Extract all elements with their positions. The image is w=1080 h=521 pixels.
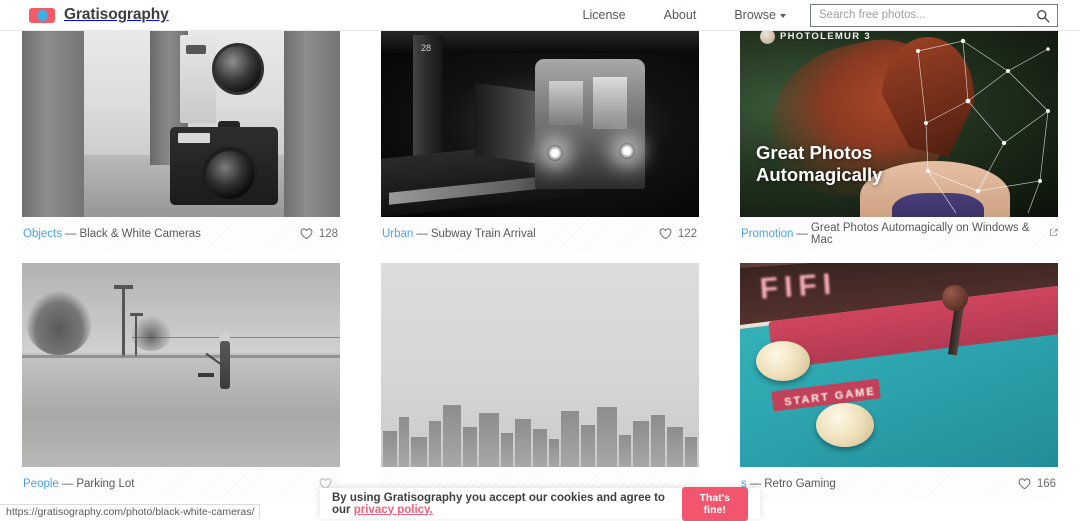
photo-art-promotion: PHOTOLEMUR 3	[740, 31, 1058, 217]
photolemur-logo-text: PHOTOLEMUR 3	[780, 31, 871, 42]
like-counter-retro-gaming[interactable]: 166	[1018, 478, 1058, 490]
category-link-people[interactable]: People	[23, 478, 59, 490]
external-link-icon	[1049, 228, 1058, 240]
photo-card-parking-lot[interactable]: People — Parking Lot	[22, 263, 340, 501]
ad-banner-photolemur[interactable]: PHOTOLEMUR 3	[740, 31, 1058, 217]
heart-icon	[659, 228, 672, 240]
search-input[interactable]	[811, 5, 1057, 26]
photo-caption-cameras: Objects — Black & White Cameras 128	[22, 217, 340, 251]
category-link-urban[interactable]: Urban	[382, 228, 413, 240]
photo-art-subway: 28	[381, 31, 699, 217]
photo-title-subway: Subway Train Arrival	[431, 228, 536, 240]
photo-caption-promotion: Promotion — Great Photos Automagically o…	[740, 217, 1058, 251]
photo-thumbnail-parking-lot[interactable]	[22, 263, 340, 467]
search-box[interactable]	[810, 4, 1058, 27]
photo-caption-subway: Urban — Subway Train Arrival 122	[381, 217, 699, 251]
photo-art-skyline	[381, 263, 699, 467]
like-count-value: 128	[319, 228, 338, 240]
photo-thumbnail-retro-gaming[interactable]: FIFI START GAME	[740, 263, 1058, 467]
cookie-consent-banner: By using Gratisography you accept our co…	[320, 488, 760, 519]
caption-separator: —	[62, 478, 74, 490]
gallery-row-2: People — Parking Lot	[0, 263, 1080, 501]
main-nav: License About Browse	[583, 4, 1058, 27]
heart-icon	[1018, 478, 1031, 490]
photolemur-logo: PHOTOLEMUR 3	[760, 31, 871, 44]
photo-title-cameras: Black & White Cameras	[80, 228, 201, 240]
caption-separator: —	[65, 228, 77, 240]
photo-card-retro-gaming[interactable]: FIFI START GAME s — Retro Gaming	[740, 263, 1058, 501]
photo-card-promotion[interactable]: PHOTOLEMUR 3	[740, 31, 1058, 251]
caption-separator: —	[796, 228, 808, 240]
heart-icon	[300, 228, 313, 240]
gallery-row-1: Objects — Black & White Cameras 128 28	[0, 31, 1080, 251]
photo-caption-parking-lot: People — Parking Lot	[22, 467, 340, 501]
photo-caption-retro-gaming: s — Retro Gaming 166	[740, 467, 1058, 501]
ad-headline-line2: Automagically	[756, 164, 882, 185]
camera-logo-icon	[29, 8, 55, 23]
category-link-promotion[interactable]: Promotion	[741, 228, 793, 240]
photo-title-parking-lot: Parking Lot	[76, 478, 134, 490]
photo-card-cameras[interactable]: Objects — Black & White Cameras 128	[22, 31, 340, 251]
photo-art-retro-gaming: FIFI START GAME	[740, 263, 1058, 467]
nav-about[interactable]: About	[664, 8, 697, 22]
privacy-policy-link[interactable]: privacy policy.	[354, 504, 433, 516]
photo-gallery: Objects — Black & White Cameras 128 28	[0, 31, 1080, 501]
chevron-down-icon	[780, 14, 786, 18]
photolemur-logo-icon	[760, 31, 775, 44]
site-header: Gratisography License About Browse	[0, 0, 1080, 31]
like-counter-subway[interactable]: 122	[659, 228, 699, 240]
photo-card-subway[interactable]: 28 Urban — Subway Train Arrival	[381, 31, 699, 251]
browser-status-bar: https://gratisography.com/photo/black-wh…	[0, 504, 260, 519]
ad-headline-line1: Great Photos	[756, 142, 882, 163]
photo-card-skyline[interactable]	[381, 263, 699, 501]
photo-thumbnail-skyline[interactable]	[381, 263, 699, 467]
nav-browse-label: Browse	[734, 8, 776, 22]
photo-title-retro-gaming: Retro Gaming	[764, 478, 836, 490]
brand-logo-link[interactable]: Gratisography	[29, 6, 169, 24]
network-overlay-icon	[908, 31, 1058, 217]
status-bar-url: https://gratisography.com/photo/black-wh…	[6, 506, 254, 518]
accept-cookies-button[interactable]: That's fine!	[682, 487, 748, 521]
nav-browse[interactable]: Browse	[734, 8, 786, 22]
like-counter-cameras[interactable]: 128	[300, 228, 340, 240]
like-count-value: 122	[678, 228, 697, 240]
brand-name: Gratisography	[64, 6, 169, 24]
photo-thumbnail-subway[interactable]: 28	[381, 31, 699, 217]
photo-art-cameras	[22, 31, 340, 217]
caption-separator: —	[416, 228, 428, 240]
photo-art-parking-lot	[22, 263, 340, 467]
category-link-objects[interactable]: Objects	[23, 228, 62, 240]
nav-license[interactable]: License	[583, 8, 626, 22]
like-count-value: 166	[1037, 478, 1056, 490]
ad-headline: Great Photos Automagically	[756, 142, 882, 185]
photo-title-promotion: Great Photos Automagically on Windows & …	[811, 222, 1045, 246]
cookie-message: By using Gratisography you accept our co…	[332, 492, 682, 516]
photo-thumbnail-cameras[interactable]	[22, 31, 340, 217]
